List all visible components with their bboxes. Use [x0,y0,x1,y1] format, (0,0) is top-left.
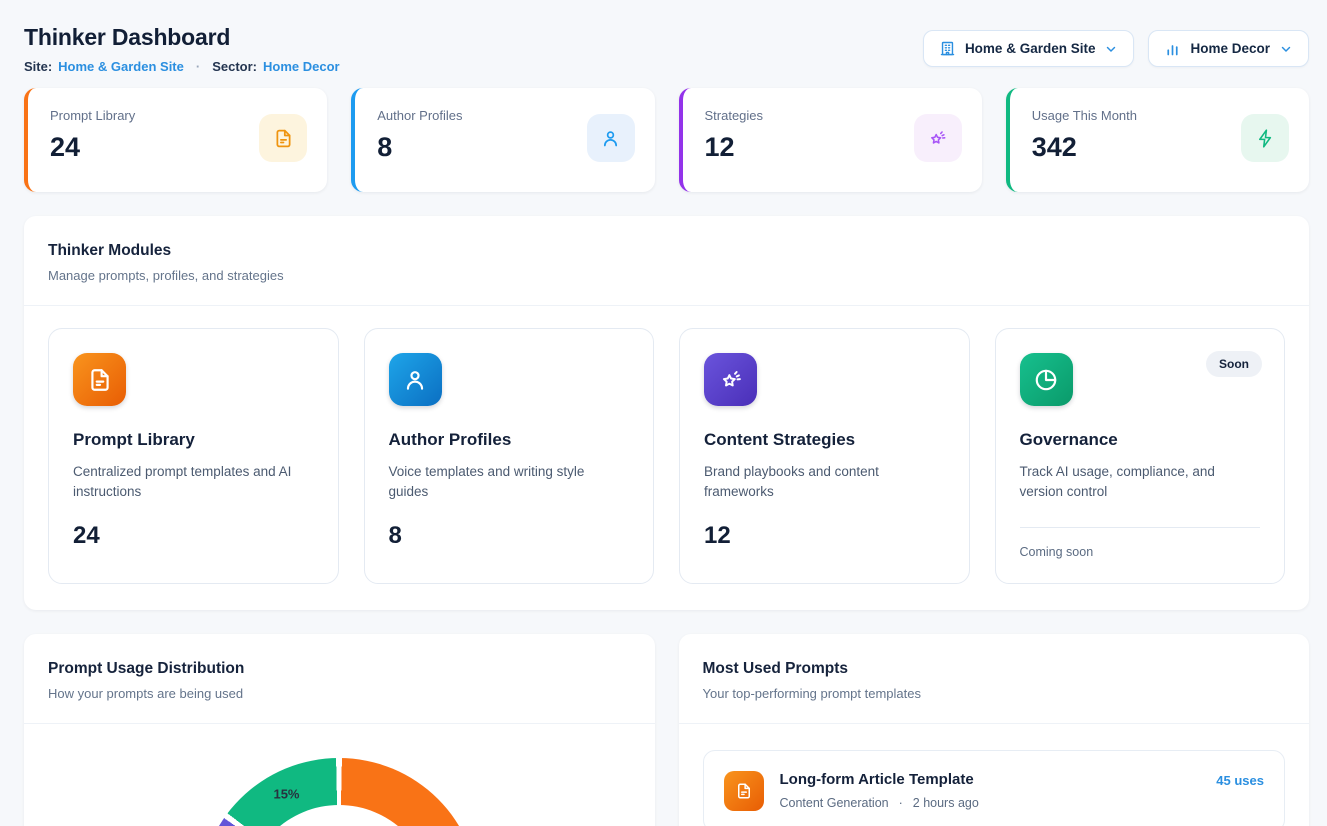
prompt-item-category: Content Generation [780,796,889,810]
lightning-icon [1241,114,1289,162]
donut-chart: 15% [199,758,479,826]
module-title: Author Profiles [389,430,630,450]
prompt-list: Long-form Article Template Content Gener… [679,724,1310,826]
document-icon [73,353,126,406]
thinker-modules-panel: Thinker Modules Manage prompts, profiles… [24,216,1309,610]
module-card-prompt-library[interactable]: Prompt Library Centralized prompt templa… [48,328,339,584]
user-icon [389,353,442,406]
prompt-item-title: Long-form Article Template [780,771,1201,788]
prompts-card-subtitle: Your top-performing prompt templates [703,686,1286,701]
building-icon [939,40,956,57]
module-count: 12 [704,522,945,550]
site-label: Site: [24,59,52,74]
usage-card-header: Prompt Usage Distribution How your promp… [24,634,655,724]
stat-card-strategies: Strategies 12 [679,88,982,192]
soon-badge: Soon [1206,351,1262,377]
separator-dot: · [899,796,903,810]
user-icon [587,114,635,162]
page-title: Thinker Dashboard [24,24,340,51]
module-count: 8 [389,522,630,550]
prompt-item-meta: Content Generation · 2 hours ago [780,796,1201,810]
module-description: Voice templates and writing style guides [389,462,619,503]
pie-chart-icon [1020,353,1073,406]
bottom-row: Prompt Usage Distribution How your promp… [24,634,1309,826]
module-description: Brand playbooks and content frameworks [704,462,934,503]
sector-label: Sector: [212,59,257,74]
modules-title: Thinker Modules [48,242,1285,260]
module-card-content-strategies[interactable]: Content Strategies Brand playbooks and c… [679,328,970,584]
chevron-down-icon [1104,42,1118,56]
donut-segment-label: 15% [273,786,299,801]
prompt-item-main: Long-form Article Template Content Gener… [780,771,1201,810]
module-description: Centralized prompt templates and AI inst… [73,462,303,503]
module-card-author-profiles[interactable]: Author Profiles Voice templates and writ… [364,328,655,584]
bar-chart-icon [1164,40,1181,57]
chevron-down-icon [1279,42,1293,56]
site-selector-dropdown[interactable]: Home & Garden Site [923,30,1135,67]
stats-row: Prompt Library 24 Author Profiles 8 Stra… [24,88,1309,192]
module-title: Governance [1020,430,1261,450]
sparkle-star-icon [914,114,962,162]
module-count: 24 [73,522,314,550]
dashboard-page: Thinker Dashboard Site: Home & Garden Si… [0,0,1327,826]
sparkle-star-icon [704,353,757,406]
separator-dot: · [196,59,200,74]
sector-selector-value: Home Decor [1190,41,1270,56]
module-card-governance[interactable]: Soon Governance Track AI usage, complian… [995,328,1286,584]
page-header-left: Thinker Dashboard Site: Home & Garden Si… [24,24,340,74]
usage-card-title: Prompt Usage Distribution [48,660,631,678]
header-controls: Home & Garden Site Home Decor [923,30,1309,67]
donut-chart-area: 15% [24,724,655,826]
site-selector-value: Home & Garden Site [965,41,1096,56]
coming-soon-text: Coming soon [1020,545,1261,559]
prompt-list-item[interactable]: Long-form Article Template Content Gener… [703,750,1286,826]
site-link[interactable]: Home & Garden Site [58,59,184,74]
prompt-item-time: 2 hours ago [913,796,979,810]
modules-grid: Prompt Library Centralized prompt templa… [24,306,1309,610]
prompt-item-uses-badge: 45 uses [1216,773,1264,788]
breadcrumb: Site: Home & Garden Site · Sector: Home … [24,59,340,74]
divider [1020,527,1261,528]
page-header: Thinker Dashboard Site: Home & Garden Si… [24,24,1309,74]
prompts-card-header: Most Used Prompts Your top-performing pr… [679,634,1310,724]
donut-hole [246,805,432,826]
module-title: Content Strategies [704,430,945,450]
sector-selector-dropdown[interactable]: Home Decor [1148,30,1309,67]
module-description: Track AI usage, compliance, and version … [1020,462,1250,503]
stat-card-author-profiles: Author Profiles 8 [351,88,654,192]
prompt-usage-distribution-card: Prompt Usage Distribution How your promp… [24,634,655,826]
modules-panel-header: Thinker Modules Manage prompts, profiles… [24,216,1309,306]
modules-subtitle: Manage prompts, profiles, and strategies [48,268,1285,283]
prompts-card-title: Most Used Prompts [703,660,1286,678]
document-icon [724,771,764,811]
stat-card-usage: Usage This Month 342 [1006,88,1309,192]
most-used-prompts-card: Most Used Prompts Your top-performing pr… [679,634,1310,826]
sector-link[interactable]: Home Decor [263,59,340,74]
usage-card-subtitle: How your prompts are being used [48,686,631,701]
stat-card-prompt-library: Prompt Library 24 [24,88,327,192]
module-title: Prompt Library [73,430,314,450]
document-icon [259,114,307,162]
